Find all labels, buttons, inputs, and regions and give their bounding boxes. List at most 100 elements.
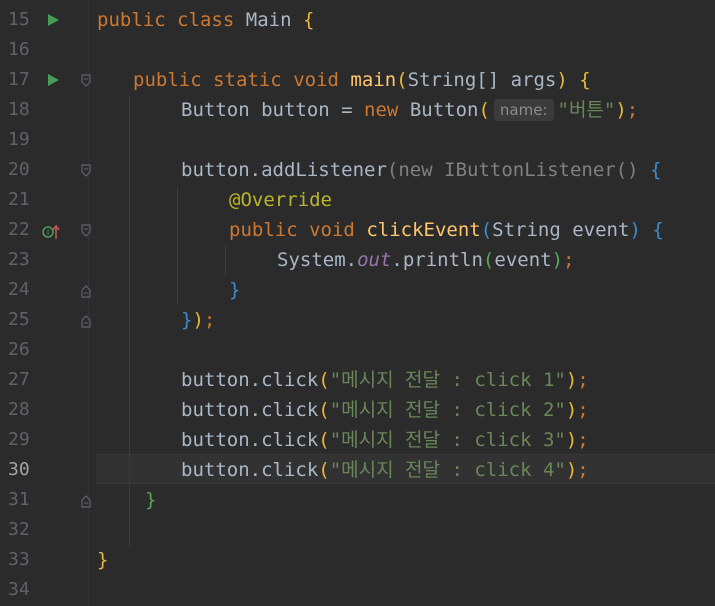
fold-marker-icon[interactable]: [81, 74, 91, 87]
keyword: public: [229, 219, 298, 241]
line-number: 22: [8, 219, 30, 240]
string-literal: "메시지 전달 : click 3": [329, 429, 566, 451]
paren: (: [480, 219, 493, 241]
string-literal: "메시지 전달 : click 4": [329, 459, 566, 481]
keyword: public: [133, 69, 202, 91]
code-line-27[interactable]: button.click("메시지 전달 : click 1");: [181, 365, 589, 395]
code-line-21[interactable]: @Override: [229, 185, 332, 215]
params: String event: [492, 219, 630, 241]
paren: (: [318, 429, 330, 451]
line-number: 19: [8, 129, 30, 150]
method-name: clickEvent: [366, 219, 481, 241]
code-line-15[interactable]: public class Main {: [97, 5, 314, 35]
static-field: out: [357, 249, 392, 271]
fold-marker-icon[interactable]: [81, 314, 91, 328]
paren: ): [565, 399, 578, 421]
fold-marker-icon[interactable]: [81, 284, 91, 298]
brace: }: [229, 279, 241, 301]
paren: ): [551, 249, 564, 271]
fold-marker-icon[interactable]: [81, 494, 91, 508]
code-line-24[interactable]: }: [229, 275, 240, 305]
keyword: void: [309, 219, 355, 241]
paren: (: [478, 99, 490, 121]
fold-marker-icon[interactable]: [81, 164, 91, 177]
line-number: 23: [8, 249, 30, 270]
code-text: button.click: [181, 369, 319, 391]
line-number: 25: [8, 309, 30, 330]
code-text: button.click: [181, 459, 319, 481]
paren: (: [318, 369, 330, 391]
method-name: main: [350, 69, 397, 91]
semicolon: ;: [626, 99, 639, 121]
line-number: 33: [8, 549, 30, 570]
code-text: button.addListener: [181, 159, 387, 181]
string-literal: "메시지 전달 : click 2": [329, 399, 566, 421]
interface-name: IButtonListener(): [444, 159, 639, 181]
params: String[] args: [407, 69, 557, 91]
code-line-33[interactable]: }: [97, 545, 108, 575]
brace: }: [145, 489, 157, 511]
code-line-29[interactable]: button.click("메시지 전달 : click 3");: [181, 425, 589, 455]
indent-guide: [129, 96, 130, 546]
code-line-25[interactable]: });: [181, 305, 215, 335]
paren: ): [615, 99, 627, 121]
keyword: public: [97, 9, 166, 31]
paren: ): [629, 219, 641, 241]
code-line-23[interactable]: System.out.println(event);: [277, 245, 574, 275]
keyword: static: [213, 69, 282, 91]
line-number: 31: [8, 489, 30, 510]
code-line-22[interactable]: public void clickEvent(String event) {: [229, 215, 664, 245]
code-line-31[interactable]: }: [145, 485, 156, 515]
run-icon[interactable]: [48, 14, 59, 26]
line-number: 16: [8, 39, 30, 60]
indent-guide: [177, 186, 178, 304]
code-text: Button button =: [181, 99, 365, 121]
line-number: 27: [8, 369, 30, 390]
paren: (: [318, 399, 330, 421]
string-literal: "메시지 전달 : click 1": [329, 369, 566, 391]
parameter-hint: name:: [493, 99, 554, 121]
code-line-18[interactable]: Button button = new Button(name: "버튼");: [181, 95, 638, 125]
paren: ): [565, 429, 578, 451]
code-text: .println: [391, 249, 483, 271]
fold-marker-icon[interactable]: [81, 224, 91, 237]
class-name: Main: [245, 9, 292, 31]
brace: {: [579, 69, 591, 91]
svg-text:I: I: [47, 228, 49, 237]
brace: {: [302, 9, 315, 31]
semicolon: ;: [563, 249, 575, 271]
keyword: class: [177, 9, 235, 31]
code-line-28[interactable]: button.click("메시지 전달 : click 2");: [181, 395, 589, 425]
semicolon: ;: [577, 369, 589, 391]
paren: ): [556, 69, 568, 91]
paren: (: [396, 69, 408, 91]
line-number: 29: [8, 429, 30, 450]
run-icon[interactable]: [48, 74, 59, 86]
indent-guide: [225, 246, 226, 276]
line-number-current: 30: [8, 459, 30, 480]
keyword: void: [293, 69, 339, 91]
code-line-20[interactable]: button.addListener(new IButtonListener()…: [181, 155, 662, 185]
line-number: 20: [8, 159, 30, 180]
paren: ): [565, 459, 578, 481]
annotation: @Override: [229, 189, 332, 211]
keyword: new: [398, 159, 433, 181]
line-number: 26: [8, 339, 30, 360]
string-literal: "버튼": [557, 99, 616, 121]
semicolon: ;: [577, 429, 589, 451]
code-line-17[interactable]: public static void main(String[] args) {: [133, 65, 591, 95]
code-editor[interactable]: 15 16 17 18 19 20 21 22 23 24 25 26 27 2…: [0, 0, 715, 606]
brace: {: [650, 159, 662, 181]
code-text: System.: [277, 249, 358, 271]
override-method-icon[interactable]: I: [42, 223, 62, 241]
line-number: 34: [8, 579, 30, 600]
code-line-30[interactable]: button.click("메시지 전달 : click 4");: [181, 455, 589, 485]
line-number: 24: [8, 279, 30, 300]
line-number: 17: [8, 69, 30, 90]
code-text: button.click: [181, 429, 319, 451]
line-number: 21: [8, 189, 30, 210]
paren: ): [192, 309, 204, 331]
line-number: 32: [8, 519, 30, 540]
semicolon: ;: [203, 309, 216, 331]
